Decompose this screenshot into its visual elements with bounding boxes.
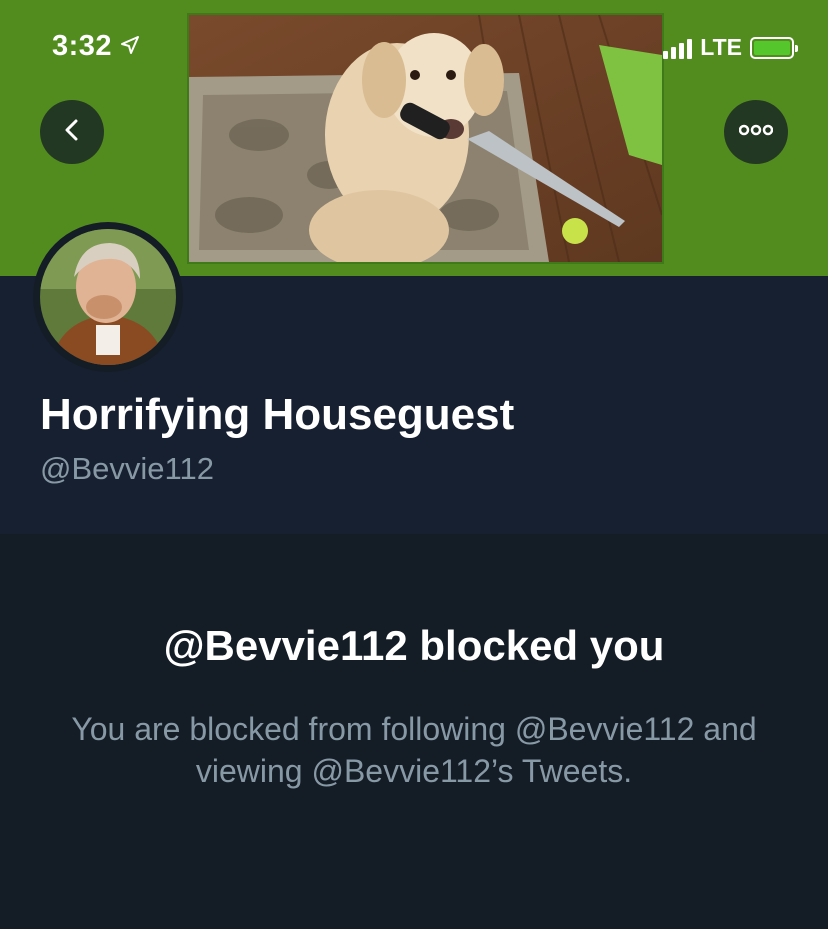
avatar[interactable] [33, 222, 183, 372]
more-horizontal-icon [738, 123, 774, 141]
chevron-left-icon [59, 117, 85, 148]
avatar-photo [40, 229, 176, 365]
dog-with-knife-photo [189, 15, 662, 262]
more-options-button[interactable] [724, 100, 788, 164]
location-arrow-icon [120, 30, 140, 63]
username-handle: @Bevvie112 [40, 451, 214, 486]
status-time: 3:32 [52, 30, 140, 63]
network-type: LTE [700, 34, 742, 60]
banner-photo [187, 13, 664, 264]
status-indicators: LTE [663, 34, 798, 61]
blocked-title: @Bevvie112 blocked you [163, 622, 665, 669]
back-button[interactable] [40, 100, 104, 164]
clock-text: 3:32 [52, 30, 113, 62]
blocked-description: You are blocked from following @Bevvie11… [71, 711, 757, 789]
battery-icon [750, 36, 798, 59]
display-name: Horrifying Houseguest [40, 390, 515, 439]
signal-icon [663, 37, 693, 59]
